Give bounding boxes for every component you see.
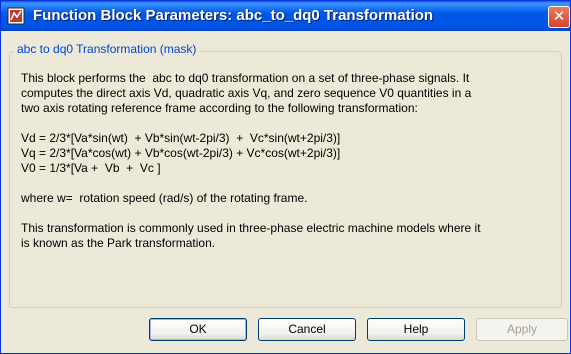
where-note: where w= rotation speed (rad/s) of the r… bbox=[21, 191, 308, 205]
cancel-button[interactable]: Cancel bbox=[258, 318, 356, 341]
equation-vq: Vq = 2/3*[Va*cos(wt) + Vb*cos(wt-2pi/3) … bbox=[21, 146, 341, 160]
description-text: This block performs the abc to dq0 trans… bbox=[21, 71, 470, 85]
help-button[interactable]: Help bbox=[367, 318, 465, 341]
description-text: computes the direct axis Vd, quadratic a… bbox=[21, 86, 472, 100]
equation-vd: Vd = 2/3*[Va*sin(wt) + Vb*sin(wt-2pi/3) … bbox=[21, 131, 341, 145]
ok-button[interactable]: OK bbox=[149, 318, 247, 341]
dialog-window: Function Block Parameters: abc_to_dq0 Tr… bbox=[0, 0, 571, 354]
description-text: is known as the Park transformation. bbox=[21, 236, 216, 250]
equation-v0: V0 = 1/3*[Va + Vb + Vc ] bbox=[21, 161, 161, 175]
apply-button[interactable]: Apply bbox=[476, 318, 568, 341]
title-bar[interactable]: Function Block Parameters: abc_to_dq0 Tr… bbox=[1, 1, 570, 31]
close-icon[interactable]: ✕ bbox=[548, 6, 570, 28]
description-text: This transformation is commonly used in … bbox=[21, 221, 481, 235]
description-text: two axis rotating reference frame accord… bbox=[21, 101, 418, 115]
block-description: This block performs the abc to dq0 trans… bbox=[21, 71, 556, 251]
window-title: Function Block Parameters: abc_to_dq0 Tr… bbox=[33, 7, 434, 24]
group-title: abc to dq0 Transformation (mask) bbox=[14, 42, 200, 56]
simulink-block-icon bbox=[7, 7, 25, 25]
